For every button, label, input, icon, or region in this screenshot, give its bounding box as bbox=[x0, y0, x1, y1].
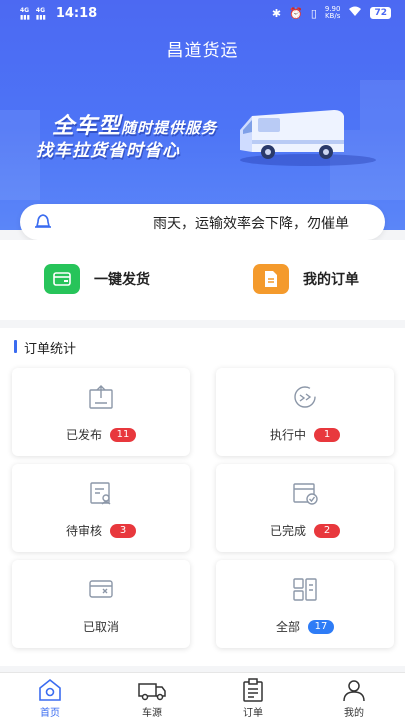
section-title: 订单统计 bbox=[14, 338, 76, 357]
count-badge: 2 bbox=[314, 523, 340, 538]
city-silhouette bbox=[0, 110, 40, 200]
banner-slogan-line2: 找车拉货省时省心 bbox=[36, 141, 180, 161]
clock-time: 14:18 bbox=[55, 6, 98, 21]
tab-label: 首页 bbox=[40, 708, 60, 719]
completed-box-icon bbox=[293, 483, 318, 505]
sync-icon bbox=[294, 386, 316, 408]
banner-slogan-rest: 随时提供服务 bbox=[121, 119, 218, 137]
tab-profile[interactable]: 我的 bbox=[324, 678, 384, 719]
my-orders-button[interactable]: 我的订单 bbox=[253, 264, 359, 294]
status-bar: 4G ▮▮▮ 4G ▮▮▮ 14:18 ✱ ⏰ ▯ 9.90 KB/s 72 bbox=[0, 0, 405, 28]
stat-label: 已完成 bbox=[269, 524, 306, 538]
vibrate-icon: ▯ bbox=[310, 6, 317, 20]
order-doc-icon bbox=[253, 264, 289, 294]
stat-card-pending-review[interactable]: 待审核 3 bbox=[12, 464, 190, 552]
stat-card-completed[interactable]: 已完成 2 bbox=[216, 464, 394, 552]
my-orders-label: 我的订单 bbox=[303, 272, 359, 288]
count-badge: 17 bbox=[308, 619, 334, 634]
user-icon bbox=[343, 680, 365, 702]
quick-ship-label: 一键发货 bbox=[94, 272, 150, 288]
battery-indicator: 72 bbox=[370, 7, 391, 19]
stat-label: 执行中 bbox=[269, 428, 306, 442]
signal-icon: 4G ▮▮▮ bbox=[35, 6, 46, 21]
tab-label: 我的 bbox=[344, 708, 364, 719]
count-badge: 1 bbox=[314, 427, 340, 442]
review-doc-icon bbox=[90, 482, 111, 505]
quick-ship-button[interactable]: 一键发货 bbox=[44, 264, 150, 294]
notice-text: 雨天，运输效率会下降，勿催单 bbox=[153, 216, 349, 232]
count-badge: 3 bbox=[110, 523, 136, 538]
quick-actions: 一键发货 我的订单 bbox=[0, 240, 405, 320]
stat-card-published[interactable]: 已发布 11 bbox=[12, 368, 190, 456]
stat-label: 已取消 bbox=[82, 620, 119, 634]
tab-orders[interactable]: 订单 bbox=[223, 678, 283, 719]
clipboard-icon bbox=[243, 678, 263, 702]
order-stats-section: 订单统计 已发布 11 执行中 1 待审核 3 已完成 2 已取消 全部 17 bbox=[0, 328, 405, 666]
tab-vehicles[interactable]: 车源 bbox=[122, 678, 182, 719]
signal-icon: 4G ▮▮▮ bbox=[20, 6, 30, 21]
home-icon bbox=[39, 678, 61, 701]
wifi-icon bbox=[348, 6, 362, 20]
cancel-card-icon bbox=[89, 580, 113, 598]
stat-label: 全部 bbox=[275, 620, 300, 634]
stat-card-all[interactable]: 全部 17 bbox=[216, 560, 394, 648]
tab-home[interactable]: 首页 bbox=[20, 678, 80, 719]
upload-doc-icon bbox=[89, 385, 113, 409]
bell-icon bbox=[34, 213, 52, 235]
notice-bar[interactable]: 雨天，运输效率会下降，勿催单 bbox=[20, 204, 385, 240]
stat-label: 已发布 bbox=[65, 428, 102, 442]
stat-card-executing[interactable]: 执行中 1 bbox=[216, 368, 394, 456]
van-illustration bbox=[240, 110, 376, 166]
network-speed: 9.90 KB/s bbox=[324, 5, 341, 20]
count-badge: 11 bbox=[110, 427, 136, 442]
bottom-tab-bar: 首页 车源 订单 我的 bbox=[0, 672, 405, 720]
alarm-icon: ⏰ bbox=[289, 6, 303, 20]
tab-label: 订单 bbox=[243, 708, 263, 719]
bluetooth-icon: ✱ bbox=[271, 6, 282, 20]
grid-list-icon bbox=[293, 578, 317, 601]
stat-label: 待审核 bbox=[65, 524, 102, 538]
stat-card-cancelled[interactable]: 已取消 bbox=[12, 560, 190, 648]
truck-icon bbox=[138, 683, 166, 701]
ship-icon bbox=[44, 264, 80, 294]
page-title: 昌道货运 bbox=[166, 41, 239, 61]
tab-label: 车源 bbox=[142, 708, 162, 719]
